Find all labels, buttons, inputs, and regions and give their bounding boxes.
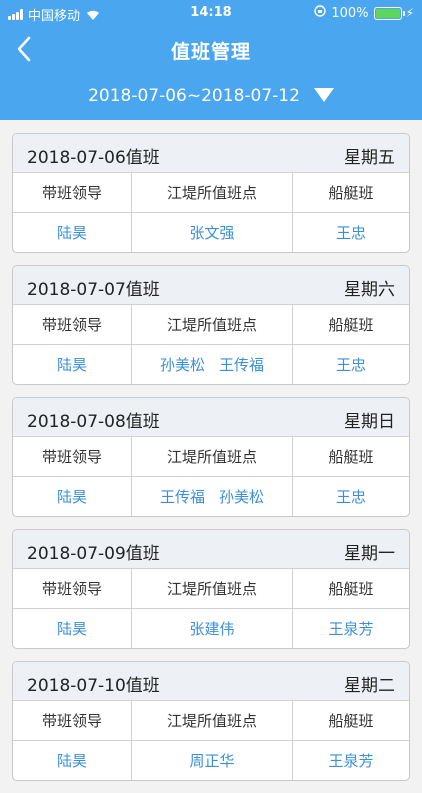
boat-person[interactable]: 王忠 bbox=[336, 354, 366, 375]
column-leader: 带班领导 bbox=[13, 701, 132, 740]
duty-value-row: 陆昊 张文强 王忠 bbox=[13, 213, 409, 252]
date-range-label: 2018-07-06~2018-07-12 bbox=[88, 86, 300, 106]
column-header-row: 带班领导 江堤所值班点 船艇班 bbox=[13, 569, 409, 609]
column-leader: 带班领导 bbox=[13, 569, 132, 608]
column-header-row: 带班领导 江堤所值班点 船艇班 bbox=[13, 173, 409, 213]
duty-value-row: 陆昊 孙美松 王传福 王忠 bbox=[13, 345, 409, 384]
leader-name[interactable]: 陆昊 bbox=[57, 486, 87, 507]
column-leader: 带班领导 bbox=[13, 305, 132, 344]
duty-card: 2018-07-09值班 星期一 带班领导 江堤所值班点 船艇班 陆昊 张建伟 … bbox=[12, 529, 410, 649]
column-station: 江堤所值班点 bbox=[132, 305, 293, 344]
column-boat: 船艇班 bbox=[328, 448, 374, 466]
duty-date: 2018-07-08值班 bbox=[27, 412, 160, 432]
duty-value-row: 陆昊 王传福 孙美松 王忠 bbox=[13, 477, 409, 516]
column-header-row: 带班领导 江堤所值班点 船艇班 bbox=[13, 305, 409, 345]
station-person[interactable]: 王传福 bbox=[219, 354, 264, 375]
duty-value-row: 陆昊 周正华 王泉芳 bbox=[13, 741, 409, 780]
boat-person[interactable]: 王泉芳 bbox=[328, 750, 373, 771]
duty-card-header: 2018-07-08值班 星期日 bbox=[13, 398, 409, 437]
column-station: 江堤所值班点 bbox=[132, 437, 293, 476]
column-boat: 船艇班 bbox=[328, 712, 374, 730]
duty-weekday: 星期日 bbox=[344, 412, 395, 432]
column-boat: 船艇班 bbox=[328, 316, 374, 334]
battery-icon bbox=[373, 6, 405, 20]
duty-card-header: 2018-07-09值班 星期一 bbox=[13, 530, 409, 569]
station-person[interactable]: 张文强 bbox=[189, 222, 234, 243]
duty-value-row: 陆昊 张建伟 王泉芳 bbox=[13, 609, 409, 648]
duty-card: 2018-07-10值班 星期二 带班领导 江堤所值班点 船艇班 陆昊 周正华 … bbox=[12, 661, 410, 781]
duty-date: 2018-07-06值班 bbox=[27, 148, 160, 168]
station-person[interactable]: 孙美松 bbox=[219, 486, 264, 507]
status-bar: 中国移动 14:18 100% ⚡ bbox=[0, 0, 422, 26]
column-leader: 带班领导 bbox=[13, 173, 132, 212]
station-person[interactable]: 张建伟 bbox=[189, 618, 234, 639]
duty-card: 2018-07-06值班 星期五 带班领导 江堤所值班点 船艇班 陆昊 张文强 … bbox=[12, 133, 410, 253]
page-title: 值班管理 bbox=[170, 41, 251, 63]
column-header-row: 带班领导 江堤所值班点 船艇班 bbox=[13, 701, 409, 741]
column-boat: 船艇班 bbox=[328, 580, 374, 598]
duty-list: 2018-07-06值班 星期五 带班领导 江堤所值班点 船艇班 陆昊 张文强 … bbox=[12, 133, 410, 793]
leader-name[interactable]: 陆昊 bbox=[57, 222, 87, 243]
duty-weekday: 星期二 bbox=[344, 676, 395, 696]
boat-person[interactable]: 王忠 bbox=[336, 486, 366, 507]
triangle-down-icon[interactable] bbox=[313, 87, 334, 106]
duty-card: 2018-07-07值班 星期六 带班领导 江堤所值班点 船艇班 陆昊 孙美松 … bbox=[12, 265, 410, 385]
leader-name[interactable]: 陆昊 bbox=[57, 750, 87, 771]
duty-card-header: 2018-07-07值班 星期六 bbox=[13, 266, 409, 305]
leader-name[interactable]: 陆昊 bbox=[57, 354, 87, 375]
column-header-row: 带班领导 江堤所值班点 船艇班 bbox=[13, 437, 409, 477]
boat-person[interactable]: 王忠 bbox=[336, 222, 366, 243]
battery-percent: 100% bbox=[331, 5, 369, 21]
boat-person[interactable]: 王泉芳 bbox=[328, 618, 373, 639]
duty-date: 2018-07-09值班 bbox=[27, 544, 160, 564]
duty-weekday: 星期一 bbox=[344, 544, 395, 564]
duty-date: 2018-07-07值班 bbox=[27, 280, 160, 300]
duty-weekday: 星期五 bbox=[344, 148, 395, 168]
duty-date: 2018-07-10值班 bbox=[27, 676, 160, 696]
leader-name[interactable]: 陆昊 bbox=[57, 618, 87, 639]
duty-weekday: 星期六 bbox=[344, 280, 395, 300]
column-station: 江堤所值班点 bbox=[132, 701, 293, 740]
station-person[interactable]: 周正华 bbox=[189, 750, 234, 771]
column-station: 江堤所值班点 bbox=[132, 569, 293, 608]
column-leader: 带班领导 bbox=[13, 437, 132, 476]
date-range-selector[interactable]: 2018-07-06~2018-07-12 bbox=[0, 72, 422, 120]
nav-bar: 值班管理 bbox=[0, 26, 422, 72]
station-person[interactable]: 王传福 bbox=[160, 486, 205, 507]
duty-card-header: 2018-07-10值班 星期二 bbox=[13, 662, 409, 701]
station-person[interactable]: 孙美松 bbox=[160, 354, 205, 375]
orientation-lock-icon bbox=[314, 5, 327, 21]
duty-card-header: 2018-07-06值班 星期五 bbox=[13, 134, 409, 173]
charging-icon: ⚡ bbox=[405, 6, 414, 20]
status-right: 100% ⚡ bbox=[314, 5, 414, 21]
duty-card: 2018-07-08值班 星期日 带班领导 江堤所值班点 船艇班 陆昊 王传福 … bbox=[12, 397, 410, 517]
column-station: 江堤所值班点 bbox=[132, 173, 293, 212]
column-boat: 船艇班 bbox=[328, 184, 374, 202]
